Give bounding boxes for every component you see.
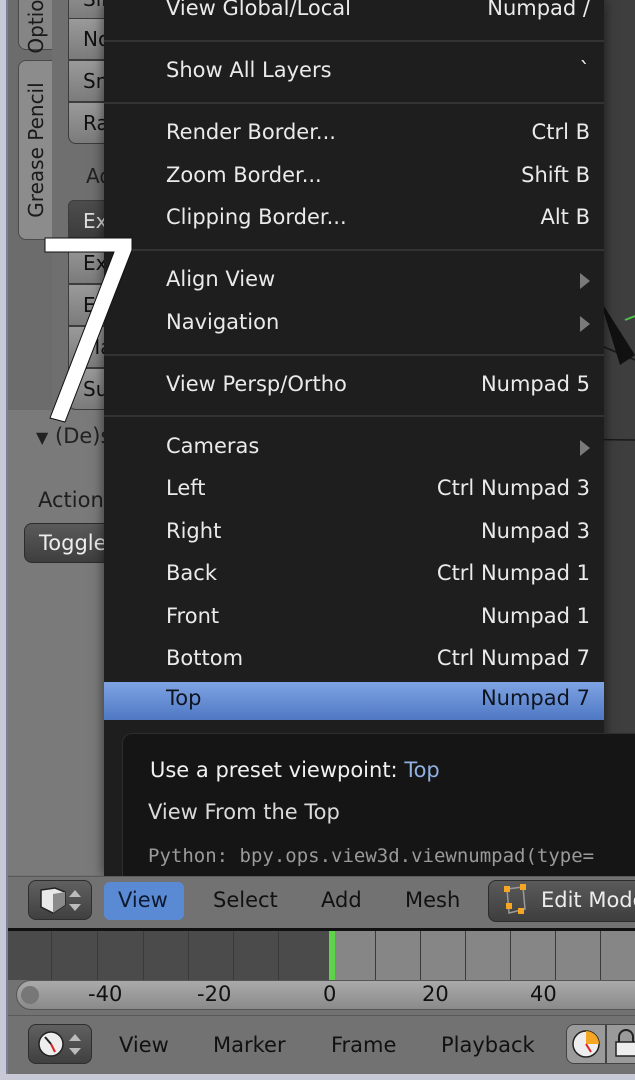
- timeline-gridline: [420, 931, 421, 980]
- tick-label: 40: [530, 982, 557, 1006]
- menu-separator: [104, 415, 604, 417]
- tab-options[interactable]: Options: [18, 0, 52, 54]
- menu-separator: [104, 40, 604, 42]
- clock-icon: [38, 1031, 64, 1057]
- menu-item-front[interactable]: Front Numpad 1: [104, 598, 604, 640]
- menu-item-left[interactable]: Left Ctrl Numpad 3: [104, 470, 604, 512]
- submenu-arrow-icon: [580, 316, 590, 332]
- timeline-gridline: [600, 931, 601, 980]
- tick-label: -20: [197, 982, 232, 1006]
- menu-item-back[interactable]: Back Ctrl Numpad 1: [104, 555, 604, 597]
- keyframe-timer-button[interactable]: [566, 1024, 606, 1064]
- menu-item-cameras[interactable]: Cameras: [104, 428, 604, 470]
- window-border-bottom: [0, 1074, 635, 1080]
- menu-item-zoom-border[interactable]: Zoom Border... Shift B: [104, 157, 604, 199]
- editor-type-selector[interactable]: [28, 880, 92, 920]
- step-number-annotation: [44, 237, 133, 423]
- timeline-gridline: [97, 931, 98, 980]
- submenu-arrow-icon: [580, 440, 590, 456]
- tick-label: 0: [323, 982, 337, 1006]
- timeline-gridline: [465, 931, 466, 980]
- menu-item-navigation[interactable]: Navigation: [104, 304, 604, 346]
- header-menu-add[interactable]: Add: [321, 888, 362, 912]
- menu-separator: [104, 354, 604, 356]
- tab-grease-pencil[interactable]: Grease Pencil: [18, 60, 52, 240]
- menu-item-show-all-layers[interactable]: Show All Layers `: [104, 52, 604, 94]
- submenu-arrow-icon: [580, 273, 590, 289]
- cube-icon: [40, 887, 66, 914]
- header-menu-view[interactable]: View: [104, 882, 184, 920]
- lock-icon: [615, 1029, 635, 1057]
- up-down-arrows-icon: [69, 890, 81, 911]
- timeline-gridline: [143, 931, 144, 980]
- timeline-gridline: [51, 931, 52, 980]
- timeline-menu-playback[interactable]: Playback: [441, 1033, 535, 1057]
- lock-button[interactable]: [606, 1024, 635, 1064]
- up-down-arrows-icon: [69, 1034, 81, 1055]
- timeline-gridline: [510, 931, 511, 980]
- timeline-menu-frame[interactable]: Frame: [331, 1033, 396, 1057]
- edit-mode-icon: [504, 884, 526, 914]
- scrollbar-handle[interactable]: [21, 986, 39, 1004]
- menu-item-align-view[interactable]: Align View: [104, 261, 604, 303]
- timer-icon: [572, 1030, 600, 1058]
- playhead[interactable]: [329, 931, 335, 980]
- menu-item-view-global-local[interactable]: View Global/Local Numpad /: [104, 0, 604, 32]
- action-label: Action: [38, 488, 104, 512]
- timeline-header: [8, 1015, 635, 1076]
- menu-item-bottom[interactable]: Bottom Ctrl Numpad 7: [104, 640, 604, 682]
- timeline-gridline: [278, 931, 279, 980]
- menu-item-render-border[interactable]: Render Border... Ctrl B: [104, 114, 604, 156]
- timeline-menu-marker[interactable]: Marker: [213, 1033, 286, 1057]
- menu-separator: [104, 102, 604, 104]
- tooltip-description: View From the Top: [148, 800, 340, 824]
- tooltip-python: Python: bpy.ops.view3d.viewnumpad(type=: [148, 845, 595, 867]
- collapse-triangle-icon: ▼: [36, 428, 49, 447]
- timeline-gridline: [375, 931, 376, 980]
- header-menu-mesh[interactable]: Mesh: [405, 888, 460, 912]
- timeline-preroll-region: [8, 931, 332, 980]
- mode-selector[interactable]: Edit Mode: [488, 880, 635, 922]
- menu-item-clipping-border[interactable]: Clipping Border... Alt B: [104, 199, 604, 241]
- timeline-menu-view[interactable]: View: [119, 1033, 169, 1057]
- timeline-gridline: [555, 931, 556, 980]
- menu-separator: [104, 249, 604, 251]
- tick-label: 20: [422, 982, 449, 1006]
- timeline-gridline: [188, 931, 189, 980]
- tooltip-title: Use a preset viewpoint: Top: [150, 758, 440, 782]
- menu-item-right[interactable]: Right Numpad 3: [104, 513, 604, 555]
- header-menu-select[interactable]: Select: [213, 888, 278, 912]
- menu-item-top[interactable]: Top Numpad 7: [104, 682, 604, 720]
- editor-type-selector-timeline[interactable]: [28, 1024, 92, 1064]
- tick-label: -40: [88, 982, 123, 1006]
- window-border: [0, 0, 8, 1080]
- menu-item-view-persp-ortho[interactable]: View Persp/Ortho Numpad 5: [104, 366, 604, 408]
- timeline-gridline: [233, 931, 234, 980]
